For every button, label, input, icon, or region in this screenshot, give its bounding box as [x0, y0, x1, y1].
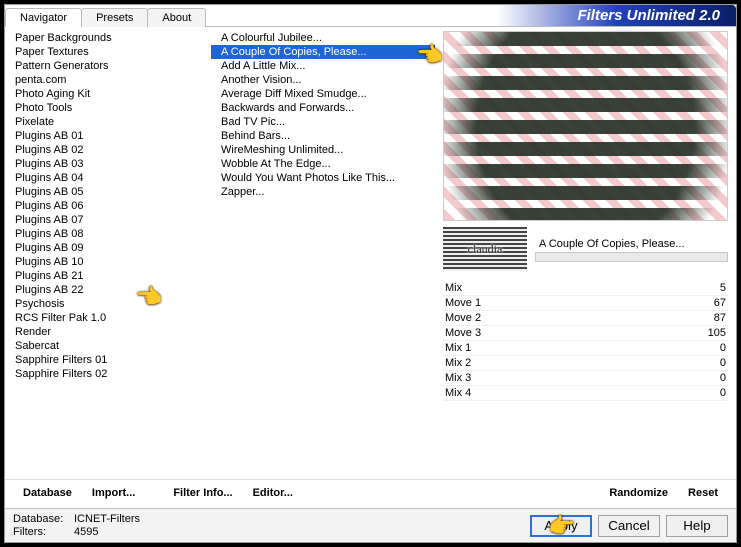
status-filters-label: Filters: — [13, 526, 68, 538]
filter-panel: A Colourful Jubilee...A Couple Of Copies… — [211, 27, 435, 479]
apply-button[interactable]: Apply — [530, 515, 592, 537]
tab-strip: Navigator Presets About — [5, 7, 205, 26]
category-item[interactable]: Render — [5, 325, 211, 339]
filter-item[interactable]: WireMeshing Unlimited... — [211, 143, 435, 157]
category-item[interactable]: Plugins AB 03 — [5, 157, 211, 171]
main-window: Navigator Presets About Filters Unlimite… — [4, 4, 737, 543]
param-value: 0 — [720, 357, 726, 369]
columns: Paper BackgroundsPaper TexturesPattern G… — [5, 27, 736, 479]
category-item[interactable]: Pattern Generators — [5, 59, 211, 73]
tab-about[interactable]: About — [147, 8, 206, 27]
param-row[interactable]: Mix 5 — [443, 281, 728, 296]
cancel-button[interactable]: Cancel — [598, 515, 660, 537]
category-item[interactable]: Plugins AB 22 — [5, 283, 211, 297]
param-row[interactable]: Mix 2 0 — [443, 356, 728, 371]
status-info: Database: ICNET-Filters Filters: 4595 — [13, 513, 140, 538]
identity-row: claudia A Couple Of Copies, Please... — [443, 227, 728, 271]
param-name: Mix — [445, 282, 462, 294]
param-value: 67 — [714, 297, 726, 309]
category-item[interactable]: Sapphire Filters 02 — [5, 367, 211, 381]
param-name: Mix 4 — [445, 387, 471, 399]
dialog-buttons: Apply Cancel Help — [530, 515, 728, 537]
database-button[interactable]: Database — [13, 484, 82, 502]
reset-button[interactable]: Reset — [678, 484, 728, 502]
filter-item[interactable]: Another Vision... — [211, 73, 435, 87]
param-name: Mix 1 — [445, 342, 471, 354]
app-title: Filters Unlimited 2.0 — [497, 5, 736, 26]
param-value: 5 — [720, 282, 726, 294]
status-filters-value: 4595 — [74, 526, 98, 538]
param-name: Move 2 — [445, 312, 481, 324]
param-row[interactable]: Move 1 67 — [443, 296, 728, 311]
category-item[interactable]: Sapphire Filters 01 — [5, 353, 211, 367]
randomize-button[interactable]: Randomize — [599, 484, 678, 502]
param-name: Mix 2 — [445, 357, 471, 369]
category-list[interactable]: Paper BackgroundsPaper TexturesPattern G… — [5, 27, 211, 479]
parameter-list[interactable]: Mix5Move 167Move 287Move 3105Mix 10Mix 2… — [443, 281, 728, 479]
category-panel: Paper BackgroundsPaper TexturesPattern G… — [5, 27, 211, 479]
category-item[interactable]: Plugins AB 09 — [5, 241, 211, 255]
preview-image — [443, 31, 728, 221]
identity-box: A Couple Of Copies, Please... — [535, 236, 728, 262]
tab-navigator[interactable]: Navigator — [5, 8, 82, 27]
filter-item[interactable]: Zapper... — [211, 185, 435, 199]
toolbar: Database Import... Filter Info... Editor… — [5, 479, 736, 508]
param-value: 105 — [708, 327, 726, 339]
filter-item[interactable]: A Colourful Jubilee... — [211, 31, 435, 45]
category-item[interactable]: Plugins AB 01 — [5, 129, 211, 143]
help-button[interactable]: Help — [666, 515, 728, 537]
import-button[interactable]: Import... — [82, 484, 145, 502]
filter-item[interactable]: Wobble At The Edge... — [211, 157, 435, 171]
filter-item[interactable]: A Couple Of Copies, Please... — [211, 45, 435, 59]
title-bar: Navigator Presets About Filters Unlimite… — [5, 5, 736, 27]
filter-item[interactable]: Bad TV Pic... — [211, 115, 435, 129]
category-item[interactable]: Paper Backgrounds — [5, 31, 211, 45]
param-row[interactable]: Move 2 87 — [443, 311, 728, 326]
param-row[interactable]: Mix 3 0 — [443, 371, 728, 386]
editor-button[interactable]: Editor... — [243, 484, 303, 502]
param-value: 0 — [720, 387, 726, 399]
category-item[interactable]: Plugins AB 02 — [5, 143, 211, 157]
param-value: 0 — [720, 372, 726, 384]
filter-info-button[interactable]: Filter Info... — [163, 484, 242, 502]
param-row[interactable]: Mix 4 0 — [443, 386, 728, 401]
progress-bar — [535, 252, 728, 262]
filter-item[interactable]: Backwards and Forwards... — [211, 101, 435, 115]
category-item[interactable]: Sabercat — [5, 339, 211, 353]
category-item[interactable]: Plugins AB 07 — [5, 213, 211, 227]
param-row[interactable]: Mix 1 0 — [443, 341, 728, 356]
author-logo: claudia — [443, 227, 527, 271]
status-bar: Database: ICNET-Filters Filters: 4595 Ap… — [5, 508, 736, 542]
preview-panel: claudia A Couple Of Copies, Please... Mi… — [435, 27, 736, 479]
filter-item[interactable]: Would You Want Photos Like This... — [211, 171, 435, 185]
param-name: Move 3 — [445, 327, 481, 339]
category-item[interactable]: Pixelate — [5, 115, 211, 129]
category-item[interactable]: Psychosis — [5, 297, 211, 311]
status-database-value: ICNET-Filters — [74, 513, 140, 525]
category-item[interactable]: Paper Textures — [5, 45, 211, 59]
content-area: Paper BackgroundsPaper TexturesPattern G… — [5, 27, 736, 508]
param-row[interactable]: Move 3 105 — [443, 326, 728, 341]
filter-list[interactable]: A Colourful Jubilee...A Couple Of Copies… — [211, 27, 435, 479]
filter-item[interactable]: Average Diff Mixed Smudge... — [211, 87, 435, 101]
category-item[interactable]: Photo Aging Kit — [5, 87, 211, 101]
tab-presets[interactable]: Presets — [81, 8, 148, 27]
category-item[interactable]: Plugins AB 08 — [5, 227, 211, 241]
param-value: 0 — [720, 342, 726, 354]
category-item[interactable]: Plugins AB 06 — [5, 199, 211, 213]
category-item[interactable]: Plugins AB 10 — [5, 255, 211, 269]
filter-item[interactable]: Behind Bars... — [211, 129, 435, 143]
category-item[interactable]: Plugins AB 21 — [5, 269, 211, 283]
param-name: Mix 3 — [445, 372, 471, 384]
param-name: Move 1 — [445, 297, 481, 309]
category-item[interactable]: Plugins AB 05 — [5, 185, 211, 199]
category-item[interactable]: Plugins AB 04 — [5, 171, 211, 185]
category-item[interactable]: penta.com — [5, 73, 211, 87]
current-filter-name: A Couple Of Copies, Please... — [535, 236, 728, 252]
category-item[interactable]: Photo Tools — [5, 101, 211, 115]
filter-item[interactable]: Add A Little Mix... — [211, 59, 435, 73]
category-item[interactable]: RCS Filter Pak 1.0 — [5, 311, 211, 325]
status-database-label: Database: — [13, 513, 68, 525]
param-value: 87 — [714, 312, 726, 324]
